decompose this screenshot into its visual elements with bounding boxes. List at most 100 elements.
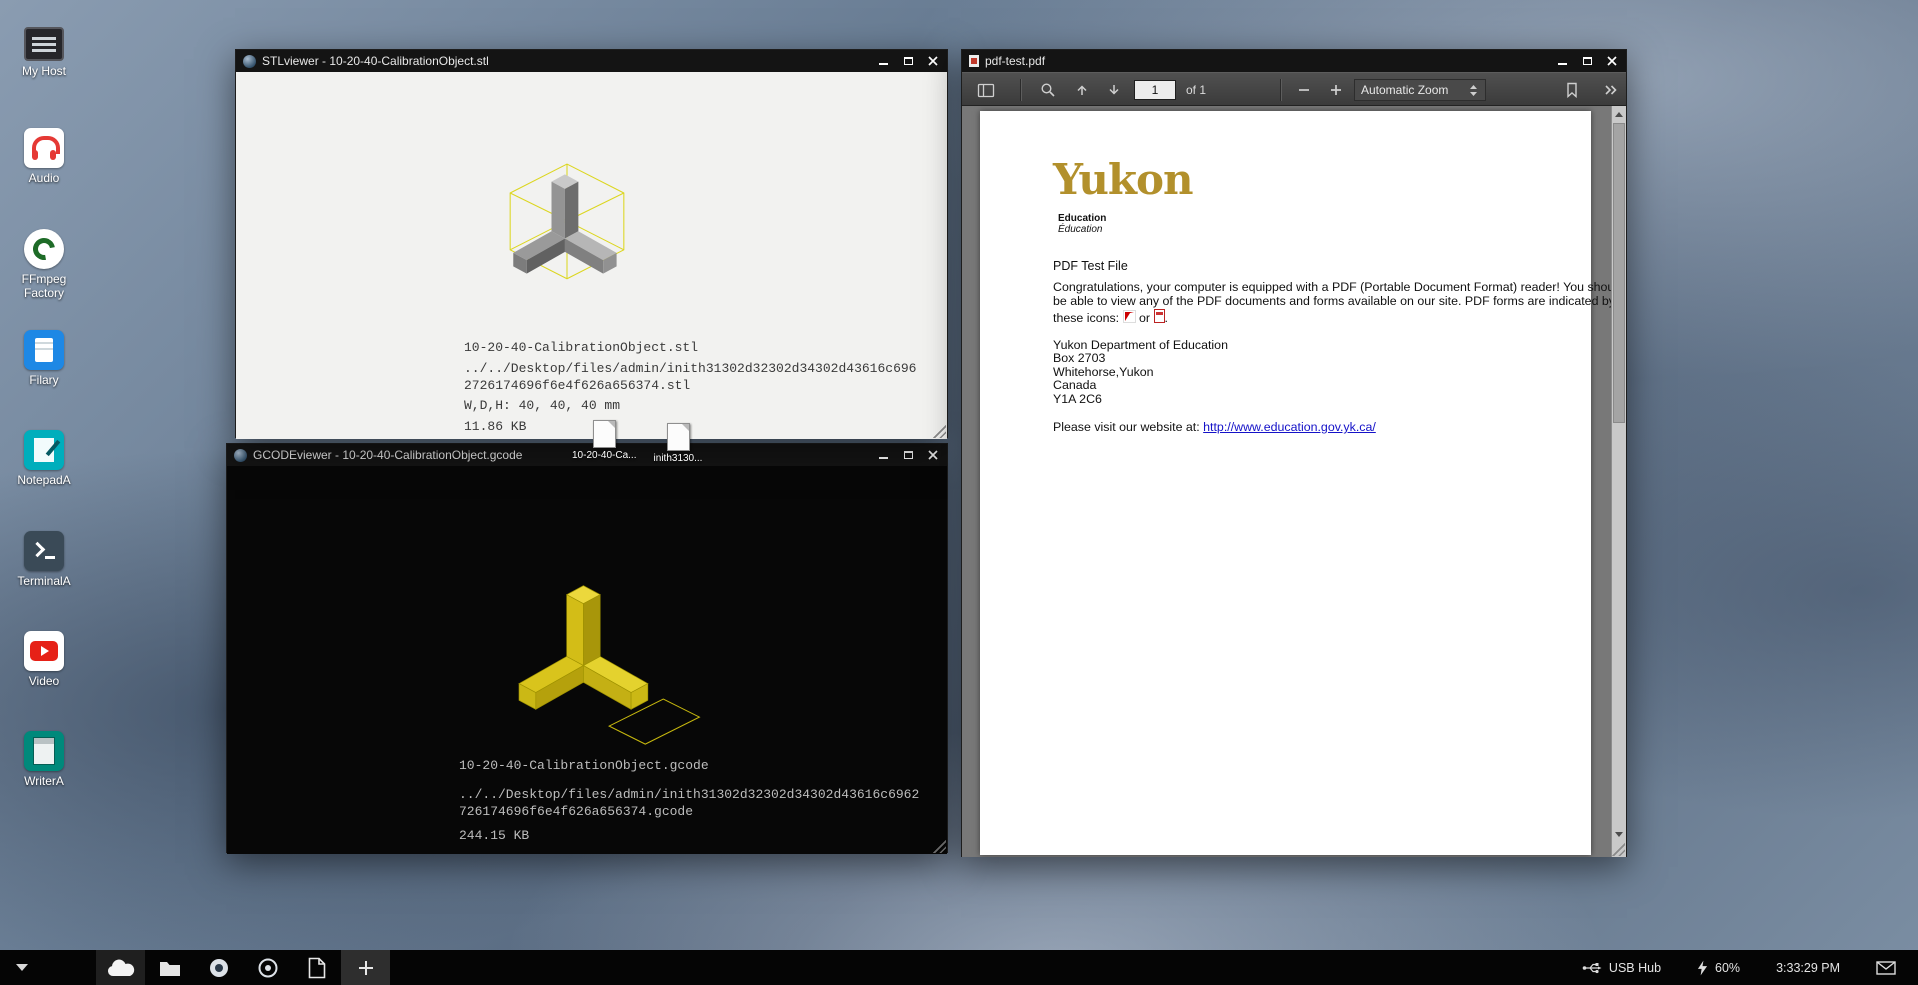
- minimize-button[interactable]: [1555, 55, 1569, 68]
- battery-status[interactable]: 60%: [1697, 960, 1740, 976]
- resize-grip[interactable]: [931, 423, 946, 438]
- website-link[interactable]: http://www.education.gov.yk.ca/: [1203, 420, 1376, 434]
- taskbar-status-area: USB Hub 60% 3:33:29 PM: [1582, 950, 1896, 985]
- desktop-icon-label: Audio: [10, 172, 78, 186]
- desktop-icon-label: Filary: [10, 374, 78, 388]
- folder-icon: [159, 959, 181, 977]
- scroll-up-button[interactable]: [1612, 107, 1626, 121]
- maximize-button[interactable]: [901, 449, 915, 462]
- minimize-button[interactable]: [876, 55, 890, 68]
- gcodeviewer-app-icon: [257, 957, 279, 979]
- stl-window-titlebar[interactable]: STLviewer - 10-20-40-CalibrationObject.s…: [236, 50, 947, 72]
- close-button[interactable]: [926, 55, 940, 68]
- toolbar-separator: [1280, 79, 1281, 101]
- desktop-icon-terminala[interactable]: TerminalA: [10, 531, 78, 589]
- zoom-select[interactable]: Automatic Zoom: [1354, 79, 1486, 101]
- pdf-scrollbar[interactable]: [1611, 106, 1626, 857]
- maximize-button[interactable]: [901, 55, 915, 68]
- zoom-in-button[interactable]: [1326, 80, 1346, 100]
- clock-text: 3:33:29 PM: [1776, 961, 1840, 975]
- computer-icon: [24, 27, 64, 61]
- scrollbar-thumb[interactable]: [1613, 123, 1625, 423]
- file-manager-icon: [24, 330, 64, 370]
- address-line: Box 2703: [1053, 352, 1228, 365]
- taskbar: USB Hub 60% 3:33:29 PM: [0, 950, 1918, 985]
- desktop-icon-audio[interactable]: Audio: [10, 128, 78, 186]
- scroll-down-button[interactable]: [1612, 827, 1626, 841]
- zoom-out-button[interactable]: [1294, 80, 1314, 100]
- taskbar-app-pdfviewer[interactable]: [292, 950, 341, 985]
- pdf-window-titlebar[interactable]: pdf-test.pdf: [962, 50, 1626, 72]
- find-button[interactable]: [1038, 80, 1058, 100]
- taskbar-expand-chevron[interactable]: [16, 964, 28, 971]
- mail-status[interactable]: [1876, 961, 1896, 975]
- logo-subtitle-fr: Éducation: [1058, 224, 1102, 235]
- stl-3d-viewport[interactable]: 10-20-40-CalibrationObject.stl ../../Des…: [236, 72, 947, 439]
- triangle-down-icon: [1615, 832, 1623, 837]
- minimize-button[interactable]: [876, 449, 890, 462]
- double-chevron-icon: [1602, 82, 1619, 98]
- gcode-viewer-window: GCODEviewer - 10-20-40-CalibrationObject…: [226, 443, 948, 853]
- file-label: 10-20-40-Ca...: [572, 450, 636, 461]
- bookmark-button[interactable]: [1562, 80, 1582, 100]
- select-arrows-icon: [1468, 83, 1479, 98]
- document-paragraph: Congratulations, your computer is equipp…: [1053, 280, 1626, 325]
- desktop-file-shortcut[interactable]: inith3130...: [646, 423, 710, 464]
- stl-filepath: ../../Desktop/files/admin/inith31302d323…: [464, 360, 920, 394]
- battery-percent: 60%: [1715, 961, 1740, 975]
- usb-status[interactable]: USB Hub: [1582, 961, 1661, 975]
- taskbar-app-gcodeviewer[interactable]: [243, 950, 292, 985]
- stlviewer-app-icon: [243, 55, 256, 68]
- zoom-value-label: Automatic Zoom: [1361, 83, 1448, 97]
- search-icon: [1040, 82, 1056, 98]
- minus-icon: [1297, 83, 1311, 97]
- arrow-up-icon: [1074, 82, 1090, 98]
- new-app-button[interactable]: [341, 950, 390, 985]
- video-play-icon: [24, 631, 64, 671]
- file-icon: [667, 423, 690, 451]
- page-count-label: of 1: [1186, 83, 1206, 97]
- triangle-up-icon: [1615, 112, 1623, 117]
- bookmark-icon: [1565, 82, 1579, 98]
- sidebar-toggle-button[interactable]: [976, 80, 996, 100]
- desktop-icon-label: FFmpeg Factory: [10, 273, 78, 301]
- close-button[interactable]: [1605, 55, 1619, 68]
- close-icon: [928, 56, 938, 66]
- desktop-icon-writera[interactable]: WriterA: [10, 731, 78, 789]
- page-number-input[interactable]: [1134, 80, 1176, 100]
- acrobat-reader-icon: [1123, 310, 1136, 323]
- taskbar-app-stlviewer[interactable]: [194, 950, 243, 985]
- close-icon: [1607, 56, 1617, 66]
- desktop-file-shortcut[interactable]: 10-20-40-Ca...: [572, 420, 636, 461]
- maximize-button[interactable]: [1580, 55, 1594, 68]
- desktop-icon-video[interactable]: Video: [10, 631, 78, 689]
- pdf-toolbar: of 1 Automatic Zoom: [962, 72, 1626, 106]
- usb-icon: [1582, 961, 1602, 975]
- resize-grip[interactable]: [931, 838, 946, 853]
- address-line: Whitehorse,Yukon: [1053, 366, 1228, 379]
- previous-page-button[interactable]: [1072, 80, 1092, 100]
- pdf-form-icon: [1154, 309, 1165, 323]
- pdf-document-icon: [308, 957, 326, 979]
- taskbar-app-files[interactable]: [96, 950, 145, 985]
- address-line: Y1A 2C6: [1053, 393, 1228, 406]
- gcode-model-render: [470, 538, 702, 757]
- stl-dimensions: W,D,H: 40, 40, 40 mm: [464, 398, 620, 413]
- next-page-button[interactable]: [1104, 80, 1124, 100]
- desktop-icon-ffmpeg-factory[interactable]: FFmpeg Factory: [10, 229, 78, 301]
- close-button[interactable]: [926, 449, 940, 462]
- sentence-end: .: [1165, 311, 1168, 325]
- cloud-icon: [106, 958, 136, 978]
- clock[interactable]: 3:33:29 PM: [1776, 961, 1840, 975]
- gcode-3d-viewport[interactable]: 10-20-40-CalibrationObject.gcode ../../D…: [227, 466, 947, 854]
- more-tools-button[interactable]: [1600, 80, 1620, 100]
- taskbar-app-folder[interactable]: [145, 950, 194, 985]
- desktop-icon-my-host[interactable]: My Host: [10, 27, 78, 79]
- gcode-filepath: ../../Desktop/files/admin/inith31302d323…: [459, 786, 925, 820]
- desktop-icon-notepada[interactable]: NotepadA: [10, 430, 78, 488]
- address-line: Yukon Department of Education: [1053, 339, 1228, 352]
- document-heading: PDF Test File: [1053, 259, 1128, 273]
- stl-viewer-window: STLviewer - 10-20-40-CalibrationObject.s…: [235, 49, 948, 438]
- desktop-icon-filary[interactable]: Filary: [10, 330, 78, 388]
- desktop-icon-label: Video: [10, 675, 78, 689]
